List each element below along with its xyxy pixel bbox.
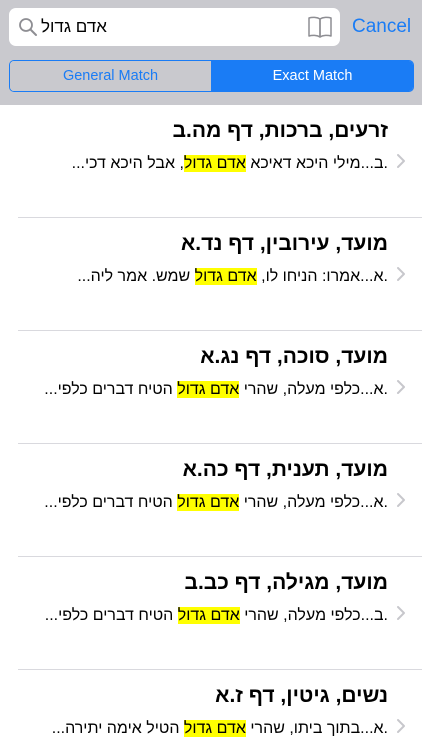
chevron-right-icon [397,267,405,281]
chevron-right-icon [397,380,405,394]
result-snippet: .ב...מילי היכא דאיכא אדם גדול, אבל היכא … [18,155,388,173]
chevron-right-icon [397,154,405,168]
search-header: Cancel General Match Exact Match [0,0,422,105]
snippet-before: .א...כלפי מעלה, שהרי [239,381,388,398]
snippet-after: שמש. אמר ליה... [77,268,195,285]
result-row[interactable]: נשים, גיטין, דף ז.א .א...בתוך ביתו, שהרי … [0,670,422,750]
snippet-match-highlight: אדם גדול [194,268,257,285]
snippet-before: .א...בתוך ביתו, שהרי [245,720,388,737]
snippet-before: .ב...מילי היכא דאיכא [245,155,388,172]
result-snippet: .ב...כלפי מעלה, שהרי אדם גדול הטיח דברים… [18,607,388,625]
result-row[interactable]: זרעים, ברכות, דף מה.ב .ב...מילי היכא דאיכ… [0,105,422,218]
snippet-after: הטיח דברים כלפי... [44,381,178,398]
result-title: נשים, גיטין, דף ז.א [215,684,388,707]
segment-general-match[interactable]: General Match [10,61,212,91]
snippet-before: .א...אמרו: הניחו לו, [256,268,388,285]
snippet-match-highlight: אדם גדול [177,607,240,624]
chevron-right-icon [397,493,405,507]
segment-exact-match[interactable]: Exact Match [212,61,413,91]
result-row[interactable]: מועד, סוכה, דף נג.א .א...כלפי מעלה, שהרי … [0,331,422,444]
snippet-match-highlight: אדם גדול [183,720,246,737]
result-snippet: .א...בתוך ביתו, שהרי אדם גדול הטיל אימה … [18,720,388,738]
snippet-after: , אבל היכא דכי... [71,155,184,172]
result-title: מועד, מגילה, דף כב.ב [184,571,389,594]
result-title: מועד, עירובין, דף נד.א [180,232,388,255]
result-title: מועד, תענית, דף כה.א [182,458,388,481]
snippet-before: .ב...כלפי מעלה, שהרי [239,607,388,624]
result-title: זרעים, ברכות, דף מה.ב [172,119,388,142]
chevron-right-icon [397,606,405,620]
result-row[interactable]: מועד, עירובין, דף נד.א .א...אמרו: הניחו ל… [0,218,422,331]
search-input[interactable] [41,12,305,42]
snippet-after: הטיל אימה יתירה... [51,720,184,737]
snippet-after: הטיח דברים כלפי... [44,494,178,511]
snippet-match-highlight: אדם גדול [183,155,246,172]
result-row[interactable]: מועד, מגילה, דף כב.ב .ב...כלפי מעלה, שהרי… [0,557,422,670]
snippet-match-highlight: אדם גדול [177,381,240,398]
result-snippet: .א...כלפי מעלה, שהרי אדם גדול הטיח דברים… [18,494,388,512]
search-field[interactable] [9,8,340,46]
result-snippet: .א...כלפי מעלה, שהרי אדם גדול הטיח דברים… [18,381,388,399]
result-row[interactable]: מועד, תענית, דף כה.א .א...כלפי מעלה, שהרי… [0,444,422,557]
magnifier-icon [19,18,37,36]
results-list: זרעים, ברכות, דף מה.ב .ב...מילי היכא דאיכ… [0,105,422,750]
cancel-button[interactable]: Cancel [352,13,418,41]
chevron-right-icon [397,719,405,733]
match-mode-segmented-control: General Match Exact Match [9,60,414,92]
book-icon[interactable] [307,15,333,39]
result-title: מועד, סוכה, דף נג.א [200,345,388,368]
snippet-match-highlight: אדם גדול [177,494,240,511]
snippet-before: .א...כלפי מעלה, שהרי [239,494,388,511]
search-row: Cancel [0,8,422,46]
snippet-after: הטיח דברים כלפי... [44,607,178,624]
result-snippet: .א...אמרו: הניחו לו, אדם גדול שמש. אמר ל… [18,268,388,286]
